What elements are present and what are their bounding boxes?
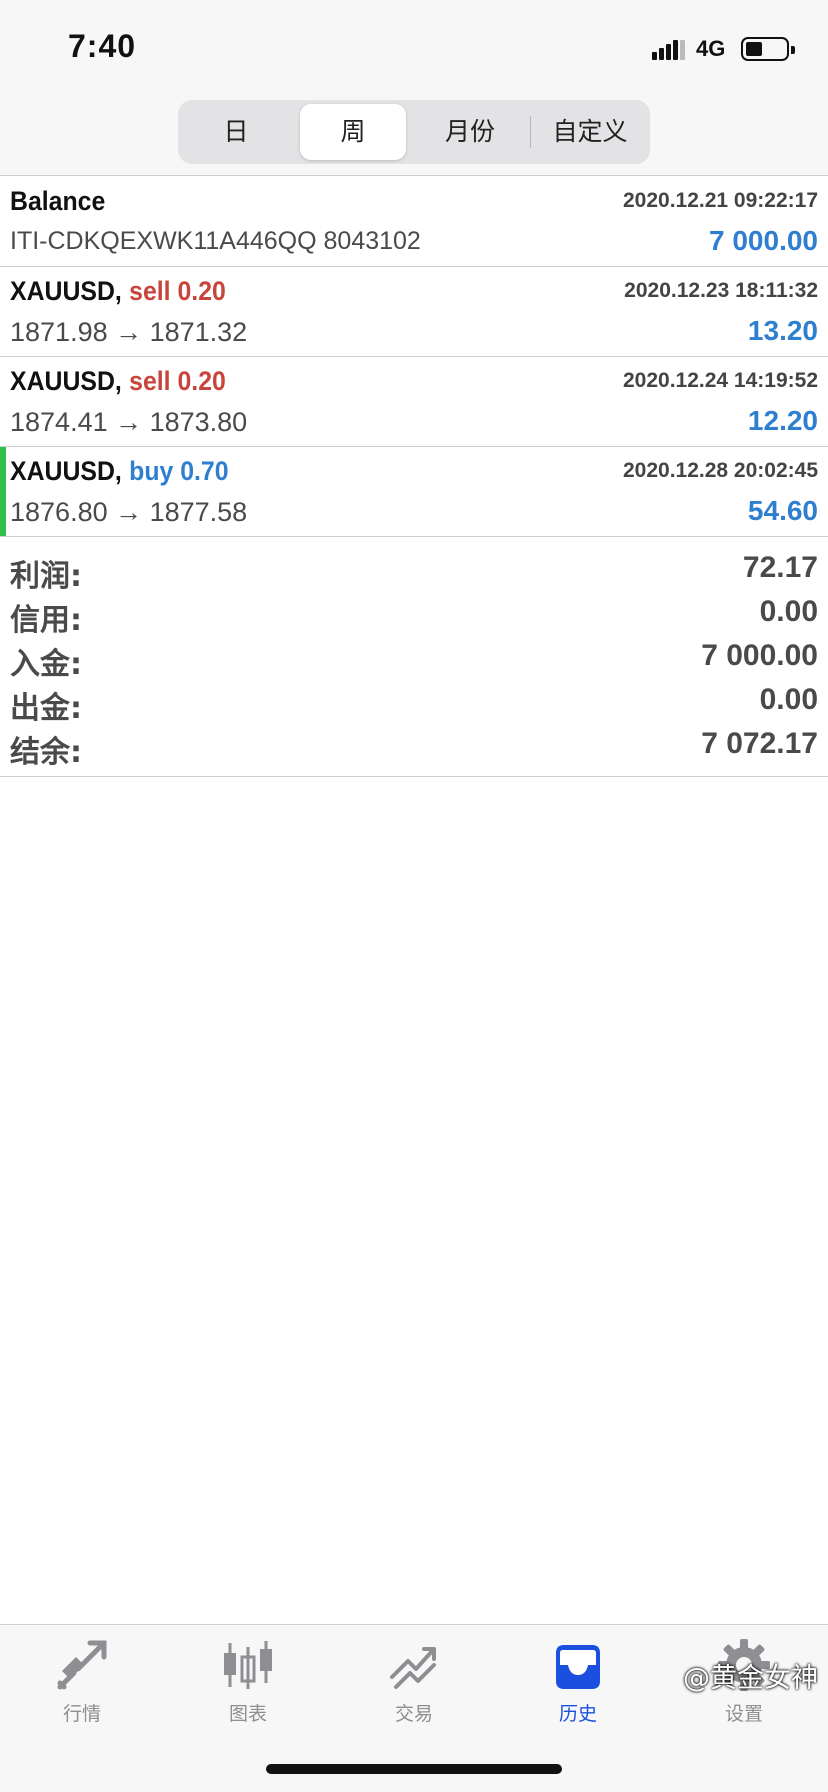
summary-profit: 利润: 72.17 [0, 547, 828, 594]
deal-comment: ITI-CDKQEXWK11A446QQ 8043102 [10, 227, 421, 255]
deal-symbol-line: XAUUSD, buy 0.70 [10, 456, 229, 487]
summary-label: 利润: [10, 559, 82, 594]
deal-symbol: XAUUSD, [10, 366, 122, 396]
deal-row[interactable]: XAUUSD, sell 0.20 2020.12.23 18:11:32 187… [0, 267, 828, 357]
tab-label: 行情 [62, 1703, 101, 1725]
tab-label: 图表 [228, 1703, 267, 1725]
segment-month[interactable]: 月份 [416, 104, 524, 160]
chart-icon [224, 1641, 272, 1689]
period-segmented-control: 日 周 月份 自定义 [178, 100, 650, 164]
deal-time: 2020.12.23 18:11:32 [624, 279, 818, 302]
tab-chart[interactable]: 图表 [188, 1637, 308, 1737]
summary-label: 信用: [10, 603, 82, 638]
segment-divider [530, 116, 531, 148]
deal-time: 2020.12.24 14:19:52 [623, 369, 818, 392]
tab-label: 交易 [394, 1703, 433, 1725]
segment-week[interactable]: 周 [300, 104, 406, 160]
deal-prices: 1874.41 → 1873.80 [10, 407, 248, 437]
deal-symbol: XAUUSD, [10, 276, 122, 306]
segment-custom[interactable]: 自定义 [534, 104, 646, 160]
watermark: @黄金女神 [683, 1663, 818, 1694]
deal-profit: 12.20 [747, 405, 818, 436]
battery-icon [741, 37, 795, 61]
deal-profit: 13.20 [747, 315, 818, 346]
summary-label: 入金: [10, 647, 82, 682]
deal-side: sell 0.20 [129, 276, 226, 306]
deal-prices: 1871.98 → 1871.32 [10, 317, 248, 347]
summary-withdrawal: 出金: 0.00 [0, 679, 828, 726]
history-icon [556, 1645, 600, 1689]
deal-time: 2020.12.21 09:22:17 [623, 189, 818, 212]
deal-symbol: XAUUSD, [10, 456, 122, 486]
tab-label: 设置 [724, 1703, 763, 1725]
deal-time: 2020.12.28 20:02:45 [623, 459, 818, 482]
deal-prices: 1876.80 → 1877.58 [10, 497, 248, 527]
deal-symbol-line: XAUUSD, sell 0.20 [10, 276, 226, 307]
tab-quotes[interactable]: 行情 [22, 1637, 142, 1737]
deal-amount: 7 000.00 [709, 225, 818, 256]
summary-value: 0.00 [759, 595, 818, 628]
summary-label: 出金: [10, 691, 82, 726]
deal-profit: 54.60 [747, 495, 818, 526]
home-indicator[interactable] [266, 1764, 562, 1774]
deal-side: sell 0.20 [129, 366, 226, 396]
tab-history[interactable]: 历史 [518, 1637, 638, 1737]
deal-row[interactable]: XAUUSD, buy 0.70 2020.12.28 20:02:45 1876… [0, 447, 828, 537]
buy-marker [0, 447, 6, 536]
trade-icon [390, 1647, 436, 1689]
deal-symbol-line: XAUUSD, sell 0.20 [10, 366, 226, 397]
status-bar: 7:40 4G [0, 0, 828, 100]
cellular-signal-icon [652, 38, 686, 60]
segment-day[interactable]: 日 [182, 104, 290, 160]
summary-value: 0.00 [759, 683, 818, 716]
period-filter-bar: 日 周 月份 自定义 [0, 100, 828, 176]
deal-title: Balance [10, 186, 106, 216]
deal-row-balance[interactable]: Balance 2020.12.21 09:22:17 ITI-CDKQEXWK… [0, 177, 828, 267]
deal-side: buy 0.70 [129, 456, 229, 486]
quotes-icon [57, 1640, 107, 1690]
summary-credit: 信用: 0.00 [0, 591, 828, 638]
tab-label: 历史 [558, 1703, 597, 1725]
summary-value: 7 072.17 [701, 727, 818, 760]
network-type: 4G [696, 36, 726, 61]
deal-row[interactable]: XAUUSD, sell 0.20 2020.12.24 14:19:52 187… [0, 357, 828, 447]
status-time: 7:40 [68, 28, 137, 64]
tab-trade[interactable]: 交易 [354, 1637, 474, 1737]
summary-balance: 结余: 7 072.17 [0, 723, 828, 770]
summary-value: 72.17 [742, 551, 818, 584]
summary-value: 7 000.00 [701, 639, 818, 672]
summary-label: 结余: [10, 735, 82, 770]
account-summary: 利润: 72.17 信用: 0.00 入金: 7 000.00 出金: 0.00… [0, 537, 828, 777]
summary-deposit: 入金: 7 000.00 [0, 635, 828, 682]
